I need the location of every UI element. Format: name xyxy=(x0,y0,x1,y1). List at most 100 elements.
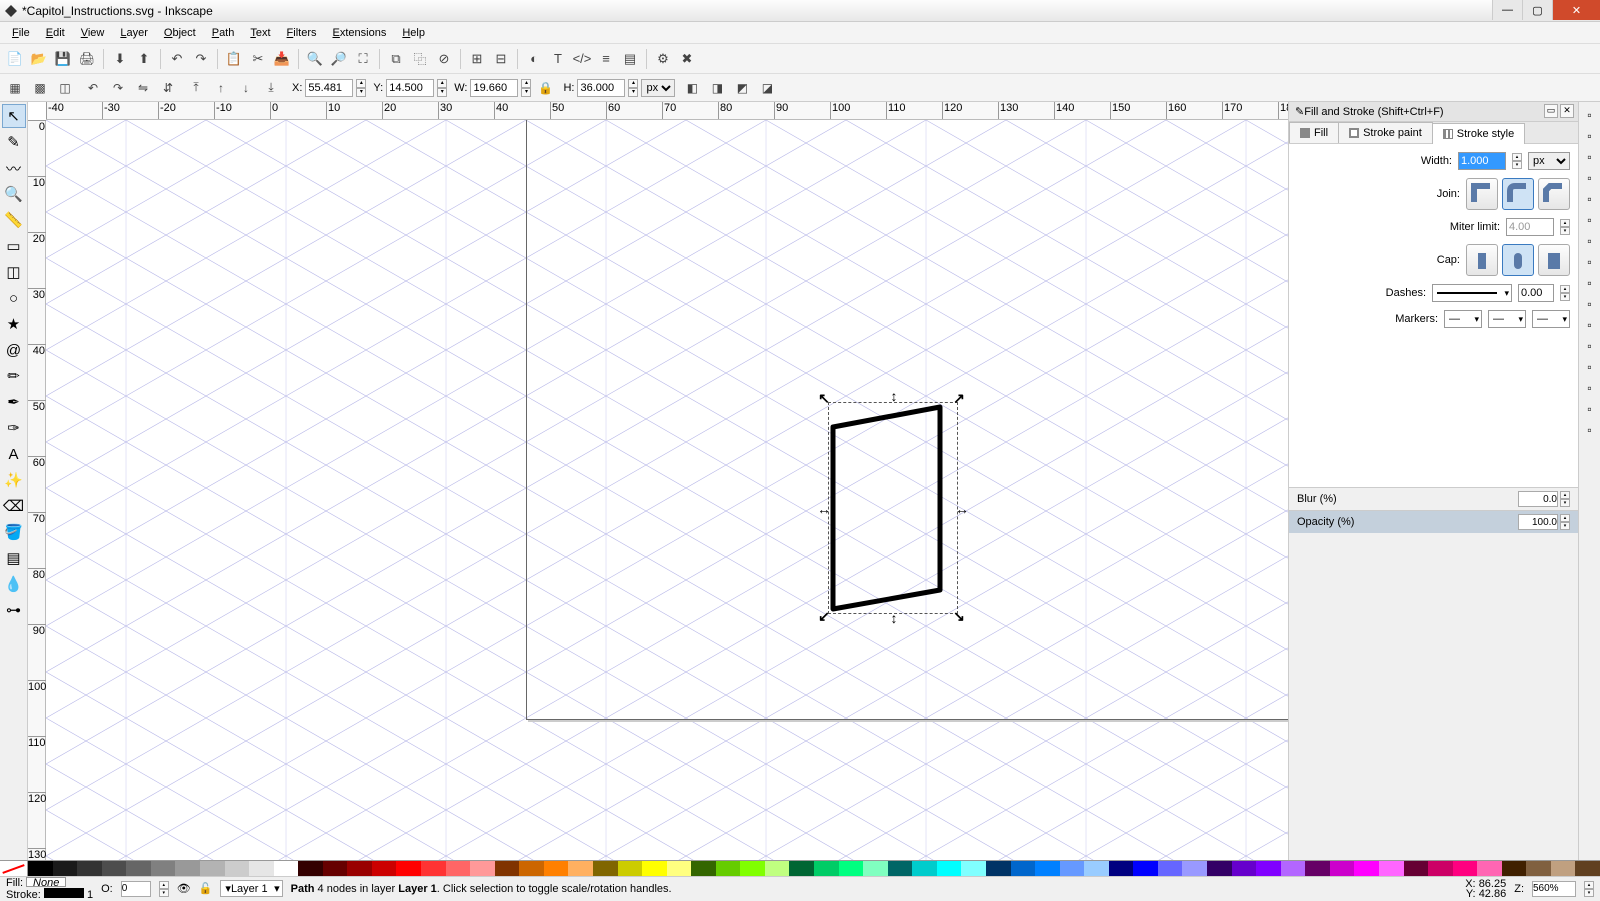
w-spinner[interactable]: ▴▾ xyxy=(521,79,531,97)
unit-select[interactable]: px xyxy=(641,79,675,97)
snap-intersect-icon[interactable]: ▫ xyxy=(1581,253,1599,271)
duplicate-icon[interactable]: ⧉ xyxy=(385,48,407,70)
palette-none-swatch[interactable] xyxy=(0,861,28,876)
bezier-tool[interactable]: ✒ xyxy=(2,390,26,414)
selected-path[interactable] xyxy=(828,402,958,614)
lower-bottom-icon[interactable]: ⤓ xyxy=(260,77,282,99)
print-icon[interactable]: 🖨 xyxy=(76,48,98,70)
menu-filters[interactable]: Filters xyxy=(279,25,325,41)
star-tool[interactable]: ★ xyxy=(2,312,26,336)
snap-center-icon[interactable]: ▫ xyxy=(1581,316,1599,334)
palette-swatch[interactable] xyxy=(1404,861,1429,876)
tab-fill[interactable]: Fill xyxy=(1289,122,1339,143)
layer-visible-icon[interactable]: 👁 xyxy=(177,882,191,895)
menu-path[interactable]: Path xyxy=(204,25,243,41)
affect-pattern-icon[interactable]: ◪ xyxy=(756,77,778,99)
rotate-ccw-icon[interactable]: ↶ xyxy=(82,77,104,99)
handle-se[interactable]: ↘ xyxy=(953,610,965,622)
handle-s[interactable]: ↕ xyxy=(888,612,900,624)
menu-extensions[interactable]: Extensions xyxy=(325,25,395,41)
zoom-in-icon[interactable]: 🔍 xyxy=(304,48,326,70)
y-input[interactable] xyxy=(386,79,434,97)
palette-swatch[interactable] xyxy=(323,861,348,876)
select-all-icon[interactable]: ▩ xyxy=(29,77,51,99)
affect-gradient-icon[interactable]: ◩ xyxy=(731,77,753,99)
handle-sw[interactable]: ↙ xyxy=(818,610,830,622)
palette-swatch[interactable] xyxy=(495,861,520,876)
palette-swatch[interactable] xyxy=(1526,861,1551,876)
layer-selector[interactable]: ▾Layer 1 xyxy=(220,880,282,897)
affect-stroke-icon[interactable]: ◧ xyxy=(681,77,703,99)
palette-swatch[interactable] xyxy=(1305,861,1330,876)
y-spinner[interactable]: ▴▾ xyxy=(437,79,447,97)
dashes-combo[interactable] xyxy=(1432,284,1512,302)
cap-square-button[interactable] xyxy=(1538,244,1570,276)
palette-swatch[interactable] xyxy=(519,861,544,876)
pencil-tool[interactable]: ✏ xyxy=(2,364,26,388)
palette-swatch[interactable] xyxy=(200,861,225,876)
palette-swatch[interactable] xyxy=(1575,861,1600,876)
raise-icon[interactable]: ↑ xyxy=(210,77,232,99)
snap-bbox-icon[interactable]: ▫ xyxy=(1581,127,1599,145)
snap-guide-icon[interactable]: ▫ xyxy=(1581,421,1599,439)
close-icon[interactable]: ✖ xyxy=(676,48,698,70)
palette-swatch[interactable] xyxy=(1281,861,1306,876)
status-stroke-swatch[interactable] xyxy=(44,888,84,898)
stroke-width-spinner[interactable]: ▴▾ xyxy=(1512,153,1522,169)
palette-swatch[interactable] xyxy=(446,861,471,876)
palette-swatch[interactable] xyxy=(396,861,421,876)
palette-swatch[interactable] xyxy=(126,861,151,876)
canvas[interactable]: ↖ ↕ ↗ ↔ ↔ ↙ ↕ ↘ xyxy=(46,120,1288,860)
palette-swatch[interactable] xyxy=(1453,861,1478,876)
flip-h-icon[interactable]: ⇋ xyxy=(132,77,154,99)
ruler-horizontal[interactable]: -40-30-20-100102030405060708090100110120… xyxy=(46,102,1288,120)
status-fill-swatch[interactable]: None xyxy=(26,877,66,887)
snap-grid-icon[interactable]: ▫ xyxy=(1581,400,1599,418)
node-tool[interactable]: ✎ xyxy=(2,130,26,154)
rectangle-tool[interactable]: ▭ xyxy=(2,234,26,258)
menu-layer[interactable]: Layer xyxy=(112,25,156,41)
align-dialog-icon[interactable]: ≡ xyxy=(595,48,617,70)
status-opacity-spinner[interactable]: ▴▾ xyxy=(159,881,169,897)
zoom-out-icon[interactable]: 🔎 xyxy=(328,48,350,70)
x-input[interactable] xyxy=(305,79,353,97)
ellipse-tool[interactable]: ○ xyxy=(2,286,26,310)
palette-swatch[interactable] xyxy=(249,861,274,876)
palette-swatch[interactable] xyxy=(175,861,200,876)
palette-swatch[interactable] xyxy=(1330,861,1355,876)
group-icon[interactable]: ⊞ xyxy=(466,48,488,70)
palette-swatch[interactable] xyxy=(1109,861,1134,876)
snap-node-icon[interactable]: ▫ xyxy=(1581,211,1599,229)
zoom-tool[interactable]: 🔍 xyxy=(2,182,26,206)
marker-end-combo[interactable]: — xyxy=(1532,310,1570,328)
dash-offset-input[interactable] xyxy=(1518,284,1554,302)
palette-swatch[interactable] xyxy=(102,861,127,876)
join-miter-button[interactable] xyxy=(1466,178,1498,210)
palette-swatch[interactable] xyxy=(28,861,53,876)
palette-swatch[interactable] xyxy=(1232,861,1257,876)
affect-corner-icon[interactable]: ◨ xyxy=(706,77,728,99)
snap-cusp-icon[interactable]: ▫ xyxy=(1581,274,1599,292)
blur-input[interactable] xyxy=(1518,491,1558,507)
panel-close-button[interactable]: ✕ xyxy=(1560,104,1574,118)
handle-ne[interactable]: ↗ xyxy=(953,392,965,404)
text-tool[interactable]: A xyxy=(2,442,26,466)
cut-icon[interactable]: ✂ xyxy=(247,48,269,70)
handle-e[interactable]: ↔ xyxy=(956,503,968,515)
snap-path-icon[interactable]: ▫ xyxy=(1581,232,1599,250)
snap-edge-icon[interactable]: ▫ xyxy=(1581,148,1599,166)
xml-editor-icon[interactable]: </> xyxy=(571,48,593,70)
palette-swatch[interactable] xyxy=(421,861,446,876)
palette-swatch[interactable] xyxy=(888,861,913,876)
layers-dialog-icon[interactable]: ▤ xyxy=(619,48,641,70)
palette-swatch[interactable] xyxy=(1158,861,1183,876)
snap-corner-icon[interactable]: ▫ xyxy=(1581,169,1599,187)
save-file-icon[interactable]: 💾 xyxy=(52,48,74,70)
copy-icon[interactable]: 📋 xyxy=(223,48,245,70)
palette-swatch[interactable] xyxy=(667,861,692,876)
palette-swatch[interactable] xyxy=(1060,861,1085,876)
join-bevel-button[interactable] xyxy=(1538,178,1570,210)
palette-swatch[interactable] xyxy=(1428,861,1453,876)
stroke-width-input[interactable] xyxy=(1458,152,1506,170)
handle-w[interactable]: ↔ xyxy=(818,503,830,515)
